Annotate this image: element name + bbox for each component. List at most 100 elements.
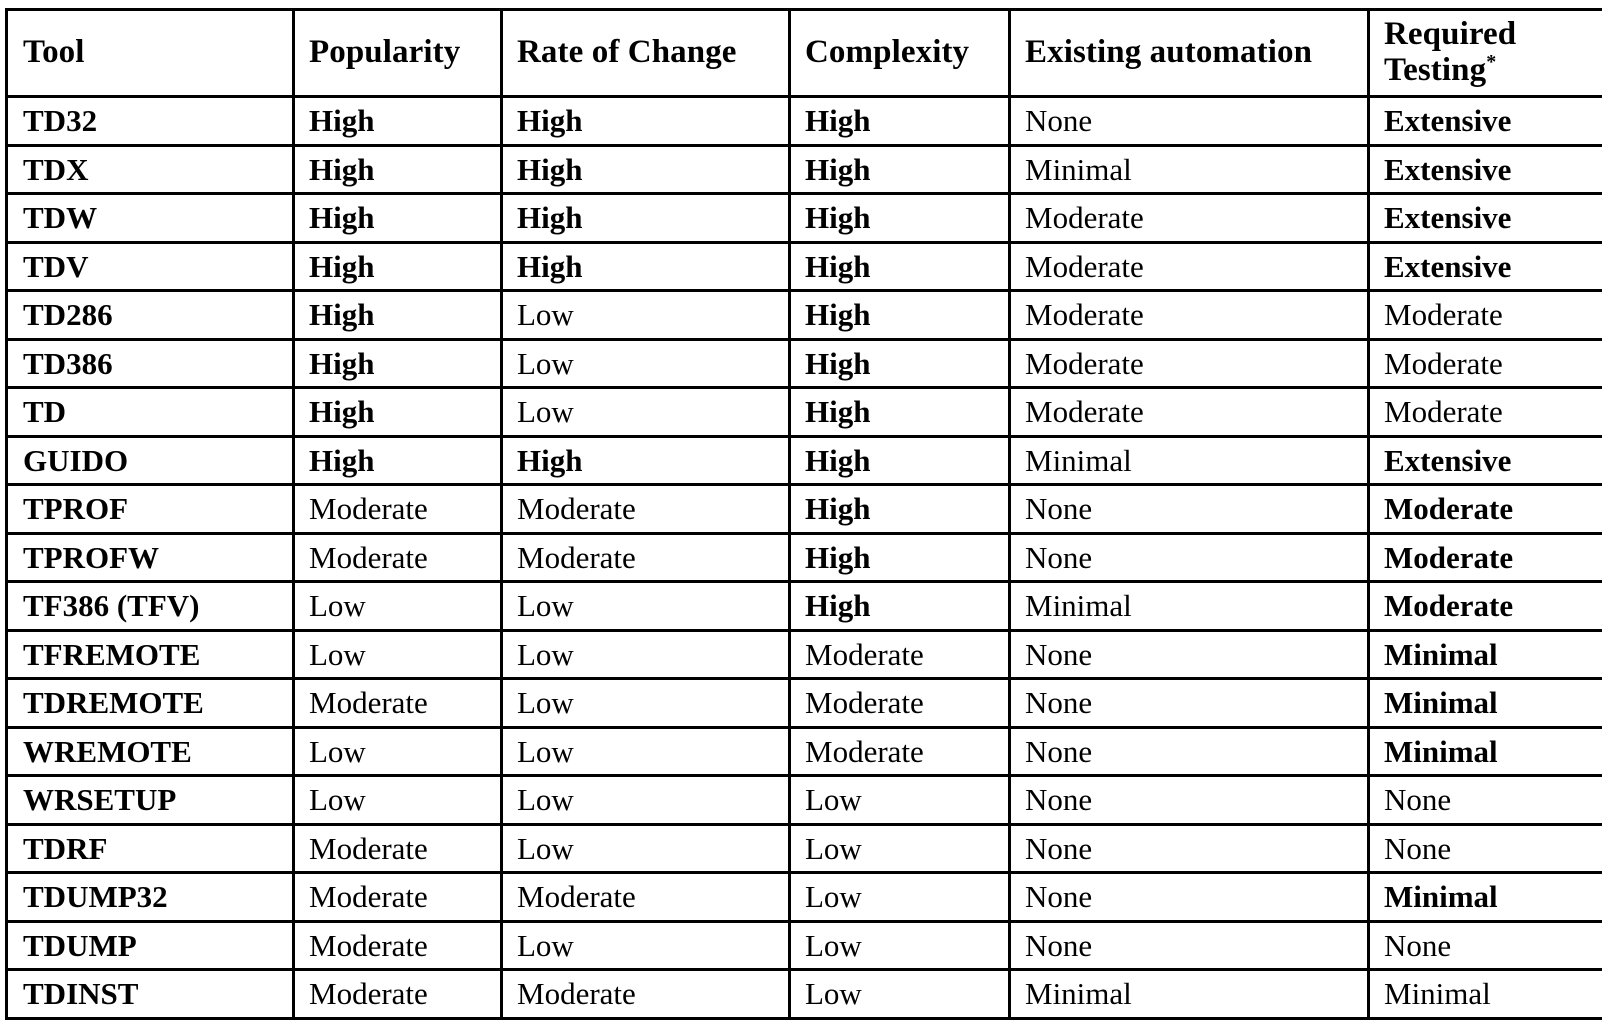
cell-popularity: High bbox=[292, 143, 503, 195]
cell-rate: Low bbox=[500, 386, 791, 438]
cell-rate: High bbox=[500, 434, 791, 486]
cell-tool: TDREMOTE bbox=[5, 677, 295, 729]
cell-automation: Moderate bbox=[1008, 386, 1370, 438]
cell-rate: Low bbox=[500, 725, 791, 777]
cell-automation: Minimal bbox=[1008, 143, 1370, 195]
cell-automation: None bbox=[1008, 677, 1370, 729]
table-row: TDRF Moderate Low Low None None bbox=[5, 822, 1602, 874]
column-header-tool: Tool bbox=[5, 8, 295, 98]
cell-complexity: High bbox=[788, 95, 1011, 147]
document-canvas: Tool Popularity Rate of Change Complexity Ex… bbox=[0, 0, 1602, 1035]
cell-automation: Moderate bbox=[1008, 240, 1370, 292]
cell-required: Moderate bbox=[1367, 483, 1602, 535]
cell-rate: Moderate bbox=[500, 483, 791, 535]
cell-popularity: Moderate bbox=[292, 531, 503, 583]
cell-required: Extensive bbox=[1367, 240, 1602, 292]
table-row: TDW High High High Moderate Extensive bbox=[5, 192, 1602, 244]
cell-automation: None bbox=[1008, 725, 1370, 777]
cell-complexity: High bbox=[788, 240, 1011, 292]
cell-complexity: High bbox=[788, 192, 1011, 244]
cell-automation: None bbox=[1008, 919, 1370, 971]
column-header-label-required: Required Testing* bbox=[1384, 16, 1517, 88]
cell-required: Moderate bbox=[1367, 386, 1602, 438]
cell-required: Extensive bbox=[1367, 143, 1602, 195]
cell-automation: None bbox=[1008, 628, 1370, 680]
table-row: TFREMOTE Low Low Moderate None Minimal bbox=[5, 628, 1602, 680]
cell-automation: Minimal bbox=[1008, 434, 1370, 486]
cell-required: None bbox=[1367, 919, 1602, 971]
cell-complexity: High bbox=[788, 531, 1011, 583]
footnote-marker-icon: * bbox=[1486, 51, 1497, 73]
cell-required: Moderate bbox=[1367, 531, 1602, 583]
cell-tool: WRSETUP bbox=[5, 774, 295, 826]
cell-required: Moderate bbox=[1367, 337, 1602, 389]
column-header-popularity: Popularity bbox=[292, 8, 503, 98]
cell-rate: Low bbox=[500, 677, 791, 729]
column-header-label-complexity: Complexity bbox=[805, 34, 970, 71]
cell-automation: None bbox=[1008, 774, 1370, 826]
cell-automation: Moderate bbox=[1008, 289, 1370, 341]
cell-complexity: Low bbox=[788, 919, 1011, 971]
cell-tool: TPROFW bbox=[5, 531, 295, 583]
cell-popularity: Moderate bbox=[292, 919, 503, 971]
table-row: TD High Low High Moderate Moderate bbox=[5, 386, 1602, 438]
cell-automation: Minimal bbox=[1008, 968, 1370, 1020]
cell-tool: TFREMOTE bbox=[5, 628, 295, 680]
cell-required: Moderate bbox=[1367, 289, 1602, 341]
cell-complexity: High bbox=[788, 337, 1011, 389]
cell-popularity: Moderate bbox=[292, 483, 503, 535]
cell-rate: High bbox=[500, 95, 791, 147]
cell-automation: Minimal bbox=[1008, 580, 1370, 632]
cell-tool: TPROF bbox=[5, 483, 295, 535]
cell-popularity: Moderate bbox=[292, 968, 503, 1020]
table-row: TDUMP Moderate Low Low None None bbox=[5, 919, 1602, 971]
cell-tool: TDX bbox=[5, 143, 295, 195]
tool-risk-assessment-table: Tool Popularity Rate of Change Complexity Ex… bbox=[5, 8, 1602, 1020]
cell-tool: GUIDO bbox=[5, 434, 295, 486]
cell-required: Extensive bbox=[1367, 192, 1602, 244]
cell-complexity: Moderate bbox=[788, 677, 1011, 729]
cell-rate: Low bbox=[500, 580, 791, 632]
cell-tool: TD386 bbox=[5, 337, 295, 389]
cell-popularity: High bbox=[292, 289, 503, 341]
cell-popularity: High bbox=[292, 95, 503, 147]
cell-required: None bbox=[1367, 822, 1602, 874]
cell-tool: TDRF bbox=[5, 822, 295, 874]
table-row: TDV High High High Moderate Extensive bbox=[5, 240, 1602, 292]
cell-required: Minimal bbox=[1367, 628, 1602, 680]
cell-automation: None bbox=[1008, 531, 1370, 583]
cell-popularity: High bbox=[292, 240, 503, 292]
cell-rate: Moderate bbox=[500, 968, 791, 1020]
cell-complexity: Moderate bbox=[788, 725, 1011, 777]
cell-rate: High bbox=[500, 240, 791, 292]
cell-popularity: Low bbox=[292, 725, 503, 777]
header-row: Tool Popularity Rate of Change Complexity Ex… bbox=[5, 8, 1602, 98]
cell-rate: High bbox=[500, 143, 791, 195]
cell-popularity: High bbox=[292, 337, 503, 389]
column-header-label-tool: Tool bbox=[23, 34, 85, 71]
table-row: WRSETUP Low Low Low None None bbox=[5, 774, 1602, 826]
cell-complexity: High bbox=[788, 289, 1011, 341]
column-header-rate: Rate of Change bbox=[500, 8, 791, 98]
table-row: WREMOTE Low Low Moderate None Minimal bbox=[5, 725, 1602, 777]
table-row: TD286 High Low High Moderate Moderate bbox=[5, 289, 1602, 341]
table-row: TDUMP32 Moderate Moderate Low None Minimal bbox=[5, 871, 1602, 923]
cell-complexity: Low bbox=[788, 774, 1011, 826]
cell-tool: TDINST bbox=[5, 968, 295, 1020]
cell-required: Minimal bbox=[1367, 677, 1602, 729]
cell-required: Minimal bbox=[1367, 725, 1602, 777]
table-row: TD386 High Low High Moderate Moderate bbox=[5, 337, 1602, 389]
cell-tool: TD286 bbox=[5, 289, 295, 341]
cell-complexity: High bbox=[788, 483, 1011, 535]
cell-required: Moderate bbox=[1367, 580, 1602, 632]
cell-complexity: Low bbox=[788, 871, 1011, 923]
cell-tool: TDV bbox=[5, 240, 295, 292]
cell-popularity: Low bbox=[292, 628, 503, 680]
cell-popularity: Moderate bbox=[292, 677, 503, 729]
cell-tool: TD32 bbox=[5, 95, 295, 147]
column-header-label-popularity: Popularity bbox=[309, 34, 461, 71]
cell-popularity: High bbox=[292, 386, 503, 438]
table-row: TDINST Moderate Moderate Low Minimal Minimal bbox=[5, 968, 1602, 1020]
table-header: Tool Popularity Rate of Change Complexity Ex… bbox=[5, 8, 1602, 98]
cell-rate: Low bbox=[500, 337, 791, 389]
